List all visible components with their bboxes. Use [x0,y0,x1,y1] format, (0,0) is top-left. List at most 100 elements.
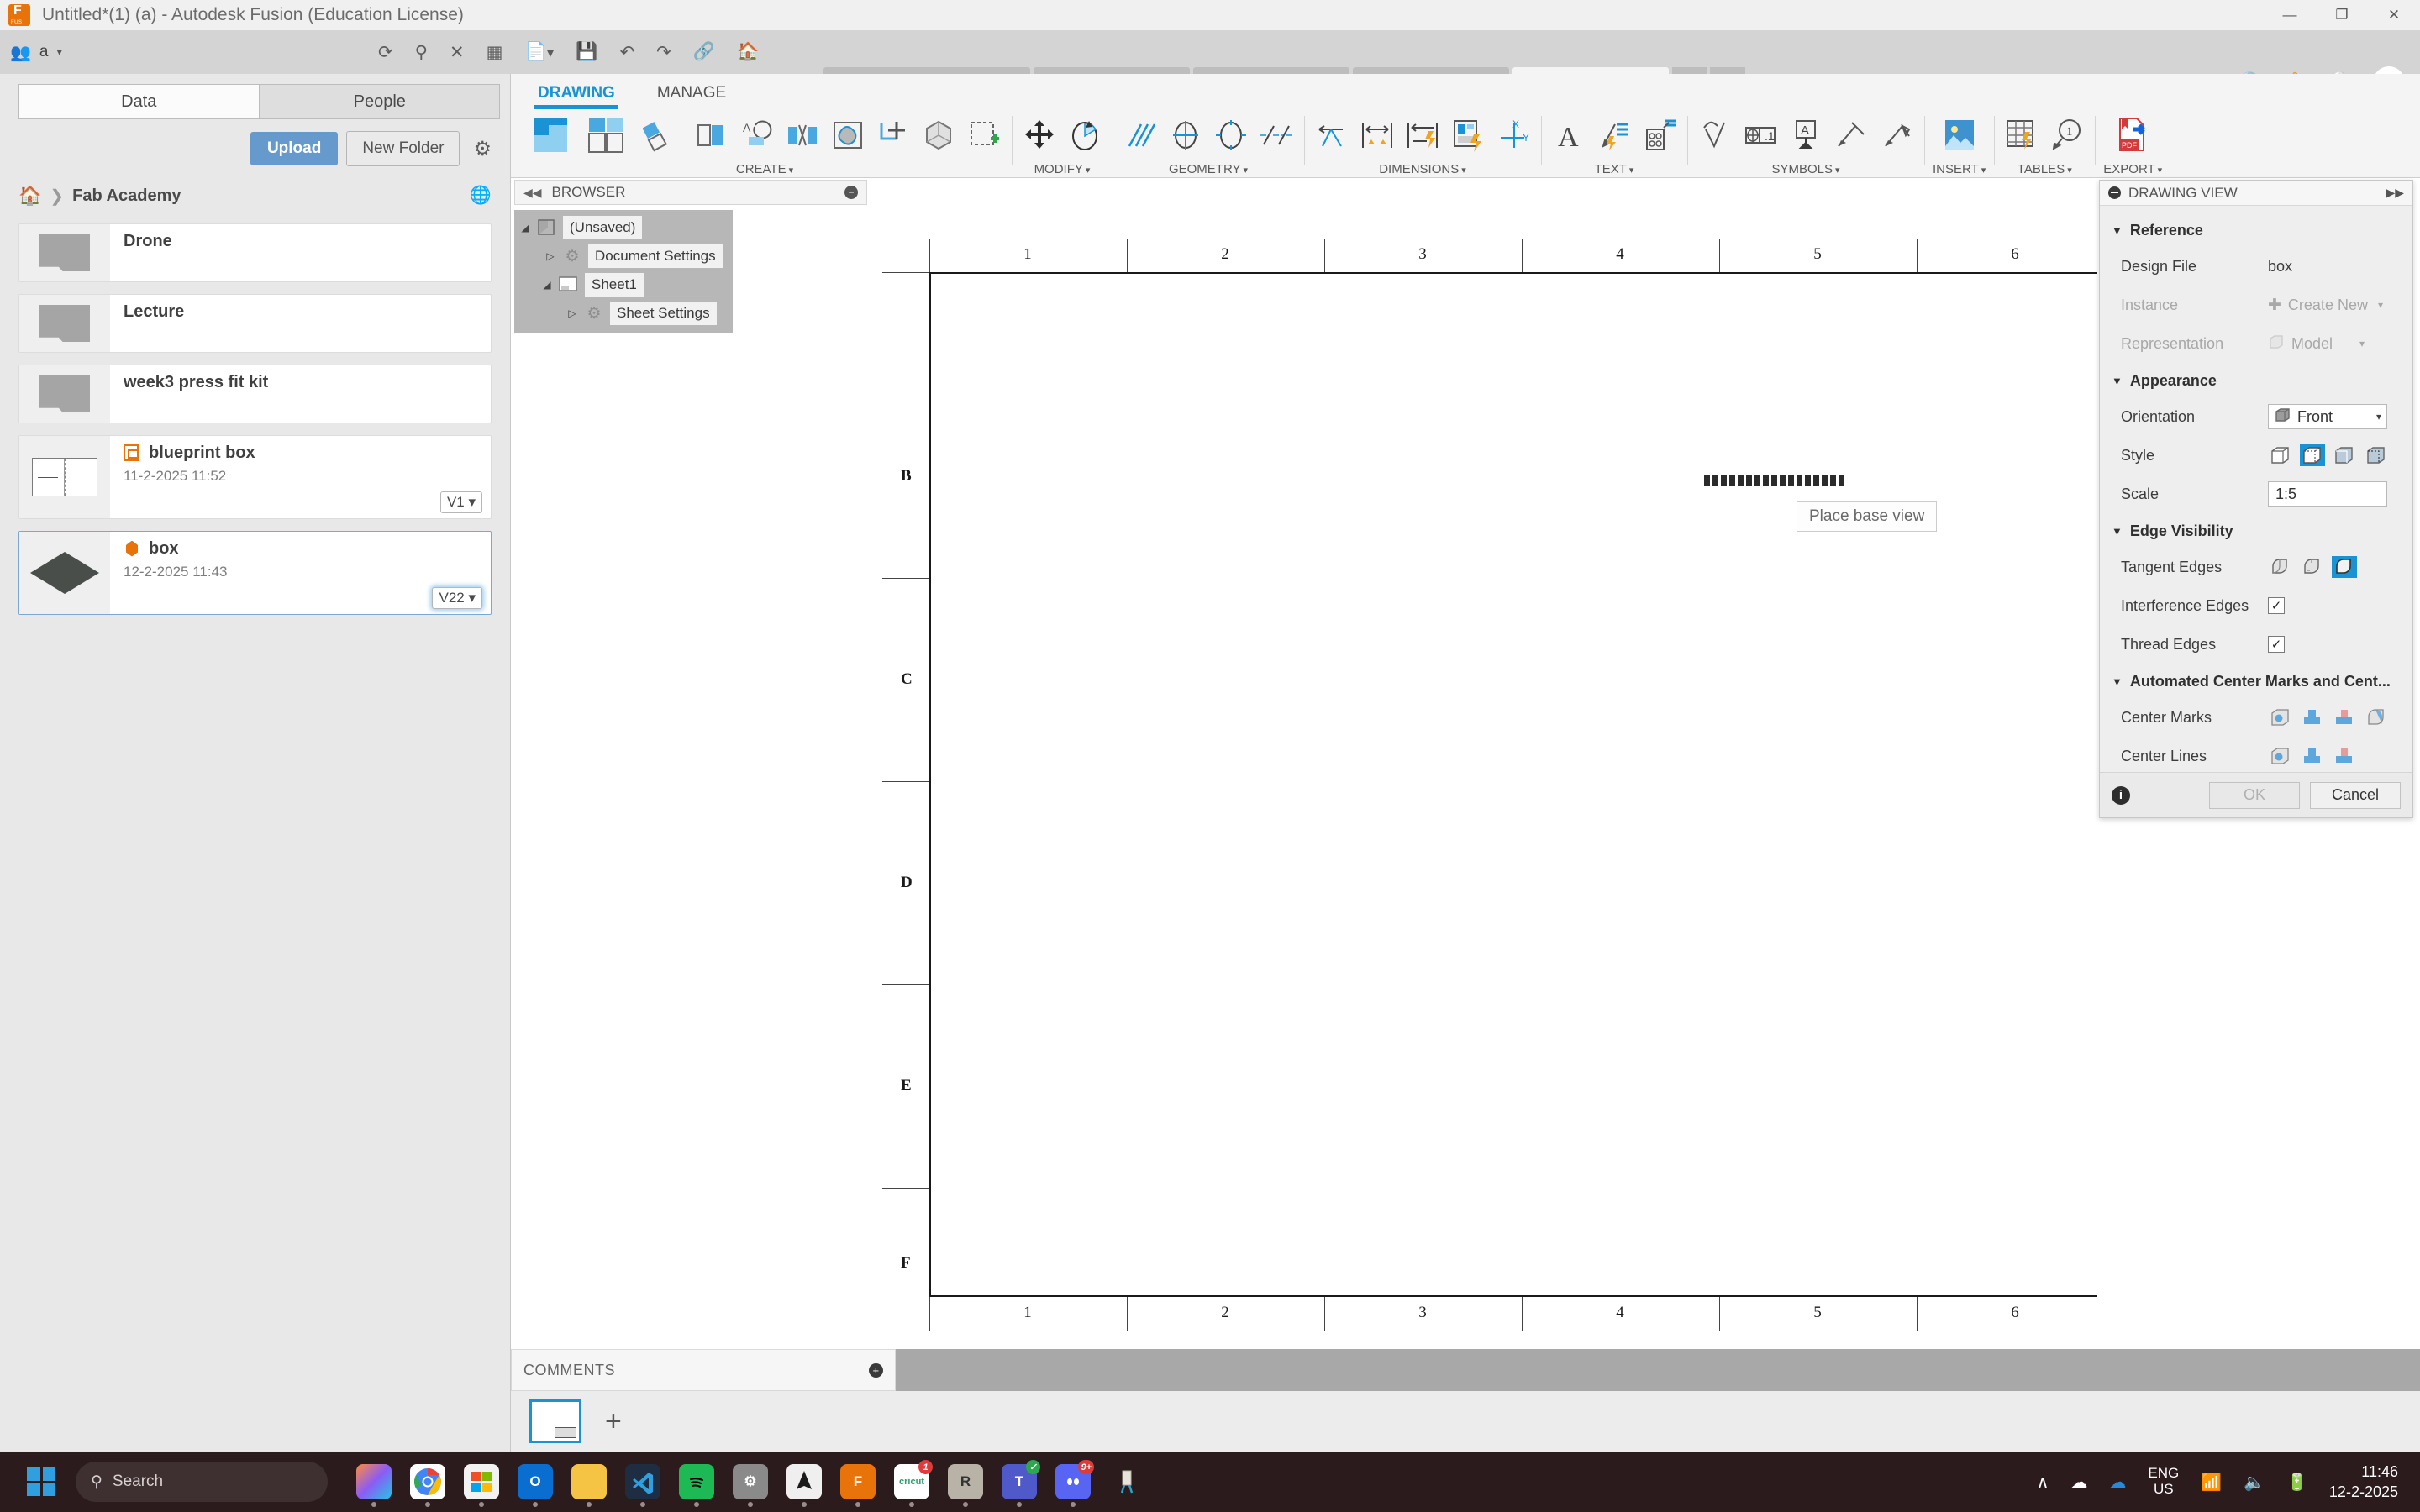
move-icon[interactable] [1020,115,1059,155]
wifi-icon[interactable]: 📶 [2201,1472,2222,1493]
refresh-icon[interactable]: ⟳ [378,42,393,63]
battery-charging-icon[interactable]: 🔋 [2286,1472,2307,1493]
chevron-up-icon[interactable]: ∧ [2037,1472,2049,1493]
isometric-view-icon[interactable] [919,115,958,155]
minimize-button[interactable]: — [2264,0,2316,30]
onedrive-grey-icon[interactable]: ☁ [2070,1472,2087,1493]
center-mark-pattern-icon[interactable] [1212,115,1250,155]
restore-button[interactable]: ❐ [2316,0,2368,30]
info-icon[interactable]: i [2112,785,2130,805]
weld-symbol-icon[interactable] [1832,115,1870,155]
section-appearance[interactable]: ▼ Appearance [2100,363,2412,397]
close-icon[interactable]: ✕ [450,42,465,63]
add-sheet-button[interactable]: + [605,1405,622,1438]
new-sheet-icon[interactable] [965,115,1003,155]
language-indicator[interactable]: ENG US [2148,1466,2179,1497]
linear-dimension-icon[interactable] [1313,115,1351,155]
globe-eye-icon[interactable]: 🌐 [470,186,492,206]
leader-text-icon[interactable] [1595,115,1634,155]
chevron-down-icon[interactable]: ▾ [2158,165,2163,176]
rotate-icon[interactable] [1065,115,1104,155]
surface-texture-icon[interactable] [1696,115,1734,155]
search-input[interactable]: ⚲ Search [76,1462,328,1502]
scale-input[interactable]: 1:5 [2268,481,2387,507]
tree-node-document-settings[interactable]: ▷ ⚙ Document Settings [514,242,733,270]
visible-edges-icon[interactable] [2268,444,2293,466]
balloon-icon[interactable]: 1 [2048,115,2086,155]
new-file-icon[interactable]: 📄▾ [524,42,554,62]
drawing-canvas[interactable]: 1 2 3 4 5 6 7 8 1 2 3 [511,178,2097,1354]
save-icon[interactable]: 💾 [576,42,597,62]
datum-identifier-icon[interactable]: A [1786,115,1825,155]
grid-icon[interactable]: ▦ [487,42,503,63]
gear-icon[interactable]: ⚙ [473,137,492,161]
tangent-off-icon[interactable] [2332,556,2357,578]
section-reference[interactable]: ▼ Reference [2100,213,2412,247]
file-explorer-icon[interactable] [571,1464,607,1507]
revolved-icon[interactable] [2332,706,2357,728]
home-icon[interactable]: 🏠 [18,185,41,207]
chevron-down-icon[interactable]: ▾ [1835,165,1840,176]
chevron-down-icon[interactable]: ▾ [2376,411,2381,423]
design-file-value[interactable]: box [2268,258,2292,276]
ok-button[interactable]: OK [2209,781,2300,809]
interference-edges-checkbox[interactable]: ✓ [2268,597,2285,614]
add-comment-button[interactable]: + [869,1362,883,1378]
redo-icon[interactable]: ↷ [656,42,671,63]
insert-image-icon[interactable] [1935,115,1984,155]
section-automated-center-marks[interactable]: ▼ Automated Center Marks and Cent... [2100,664,2412,698]
chevron-down-icon[interactable]: ▾ [1086,165,1091,176]
chrome-icon[interactable] [410,1464,445,1507]
tangent-shortened-icon[interactable] [2300,556,2325,578]
settings-icon[interactable]: ⚙ [733,1464,768,1507]
chevron-down-icon[interactable]: ▾ [1244,165,1249,176]
xy-dimension-icon[interactable]: XY [1494,115,1533,155]
new-folder-button[interactable]: New Folder [346,131,460,166]
list-item[interactable]: blueprint box 11-2-2025 11:52 V1 ▾ [18,435,492,519]
ordinate-dimension-icon[interactable] [1403,115,1442,155]
microsoft-store-icon[interactable] [464,1464,499,1507]
discord-icon[interactable]: 9+ [1055,1460,1094,1507]
section-view-icon[interactable] [692,115,731,155]
outlook-icon[interactable]: O [518,1464,553,1507]
sheet-tab-sheet1[interactable] [529,1399,581,1443]
tangent-full-icon[interactable] [2268,556,2293,578]
spotify-icon[interactable] [679,1464,714,1507]
expand-arrow-icon[interactable]: ▷ [561,307,583,319]
tree-node-unsaved[interactable]: ◢ (Unsaved) [514,213,733,242]
thread-edges-checkbox[interactable]: ✓ [2268,636,2285,653]
fillets-icon[interactable] [2300,745,2325,767]
version-badge[interactable]: V1 ▾ [439,491,482,513]
copilot-icon[interactable] [356,1464,392,1507]
table-icon[interactable] [2002,115,2041,155]
arcs-icon[interactable] [2364,706,2389,728]
table-note-icon[interactable] [1640,115,1679,155]
fillets-icon[interactable] [2300,706,2325,728]
collapse-icon[interactable]: ◀◀ [523,186,542,200]
list-item[interactable]: Lecture [18,294,492,353]
hatch-icon[interactable] [1121,115,1160,155]
clock[interactable]: 11:46 12-2-2025 [2329,1462,2398,1503]
chevron-down-icon[interactable]: ▾ [789,165,794,176]
revolved-icon[interactable] [2332,745,2357,767]
shaded-icon[interactable] [2332,444,2357,466]
break-out-view-icon[interactable] [829,115,867,155]
base-view-icon[interactable] [526,115,575,155]
tree-node-sheet-settings[interactable]: ▷ ⚙ Sheet Settings [514,299,733,328]
center-mark-icon[interactable] [1166,115,1205,155]
export-pdf-icon[interactable]: PDF [2108,115,2157,155]
text-icon[interactable]: A [1549,115,1588,155]
section-edge-visibility[interactable]: ▼ Edge Visibility [2100,513,2412,548]
undo-icon[interactable]: ↶ [620,42,635,63]
baseline-dimension-icon[interactable] [1358,115,1397,155]
volume-icon[interactable]: 🔈 [2244,1472,2265,1493]
expand-arrow-icon[interactable]: ▷ [539,250,561,262]
detail-view-icon[interactable]: A [738,115,776,155]
orientation-dropdown[interactable]: Front ▾ [2268,404,2387,429]
comments-bar[interactable]: COMMENTS + [511,1349,896,1391]
tab-drawing[interactable]: DRAWING [534,74,618,109]
minimize-icon[interactable] [2108,186,2121,199]
inkscape-icon[interactable] [786,1464,822,1507]
feature-control-frame-icon[interactable]: .1 [1741,115,1780,155]
leader-icon[interactable] [1877,115,1916,155]
